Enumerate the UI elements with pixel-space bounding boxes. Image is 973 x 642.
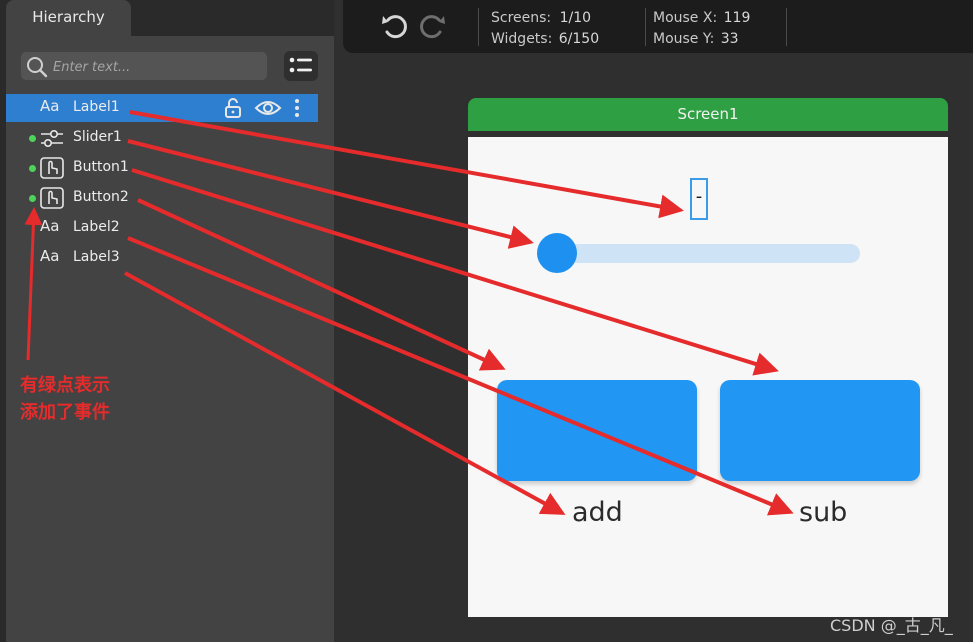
label1-widget[interactable]: - [690,178,708,220]
widgets-label: Widgets: [491,31,553,47]
mouse-x-value: 119 [723,10,751,26]
mouse-x-label: Mouse X: [653,10,718,26]
undo-icon[interactable] [379,10,411,46]
annotation-line: 有绿点表示 [20,375,110,396]
label-type-icon: Aa [40,97,60,115]
button1-widget[interactable] [497,380,697,481]
tree-item-name: Slider1 [73,129,122,145]
slider-icon [39,127,65,149]
screen-canvas[interactable]: - add sub [468,137,948,617]
tree-item-name: Label2 [73,219,120,235]
eye-icon[interactable] [254,97,282,123]
search-icon [25,55,49,83]
annotation-text: 有绿点表示 添加了事件 [20,372,110,426]
tree-item-button1[interactable]: Button1 [6,154,318,182]
watermark: CSDN @_古_凡_ [830,616,953,635]
widgets-stat: Widgets: 6/150 [491,31,599,47]
lock-open-icon[interactable] [223,97,243,123]
divider [786,8,787,46]
tree-item-name: Button2 [73,189,129,205]
tab-hierarchy[interactable]: Hierarchy [6,0,131,36]
button2-widget[interactable] [720,380,920,481]
label3-widget[interactable]: sub [799,497,847,528]
label-type-icon: Aa [40,247,60,265]
list-icon [289,57,312,73]
tree-item-name: Button1 [73,159,129,175]
screens-stat: Screens: 1/10 [491,10,591,26]
slider1-track[interactable] [540,244,860,263]
annotation-line: 添加了事件 [20,402,110,423]
tree-item-name: Label1 [73,99,120,115]
mouse-y-value: 33 [720,31,739,47]
event-indicator-dot [29,195,36,202]
label2-widget[interactable]: add [572,497,623,528]
screen-title-bar[interactable]: Screen1 [468,98,948,131]
hand-pointer-icon [39,157,65,179]
list-view-button[interactable] [284,51,318,81]
tree-item-name: Label3 [73,249,120,265]
label-type-icon: Aa [40,217,60,235]
search-input[interactable] [51,56,260,78]
slider1-knob[interactable] [537,233,577,273]
tree-item-label3[interactable]: Aa Label3 [6,244,318,272]
event-indicator-dot [29,135,36,142]
hand-pointer-icon [39,187,65,209]
hierarchy-body: Aa Label1 [6,36,334,642]
top-toolbar: Screens: 1/10 Widgets: 6/150 Mouse X: 11… [343,0,973,53]
mouse-y-label: Mouse Y: [653,31,715,47]
screens-label: Screens: [491,10,552,26]
screens-value: 1/10 [559,10,592,26]
more-options-icon[interactable] [293,97,301,123]
divider [645,8,646,46]
tree-item-button2[interactable]: Button2 [6,184,318,212]
hierarchy-panel: Hierarchy Aa Label1 [0,0,334,642]
search-box [21,52,267,80]
event-indicator-dot [29,165,36,172]
tree-item-label2[interactable]: Aa Label2 [6,214,318,242]
tree-item-label1[interactable]: Aa Label1 [6,94,318,122]
mouse-x-stat: Mouse X: 119 [653,10,750,26]
redo-icon[interactable] [416,10,448,46]
widgets-value: 6/150 [558,31,600,47]
tree-item-slider1[interactable]: Slider1 [6,124,318,152]
mouse-y-stat: Mouse Y: 33 [653,31,739,47]
divider [478,8,479,46]
